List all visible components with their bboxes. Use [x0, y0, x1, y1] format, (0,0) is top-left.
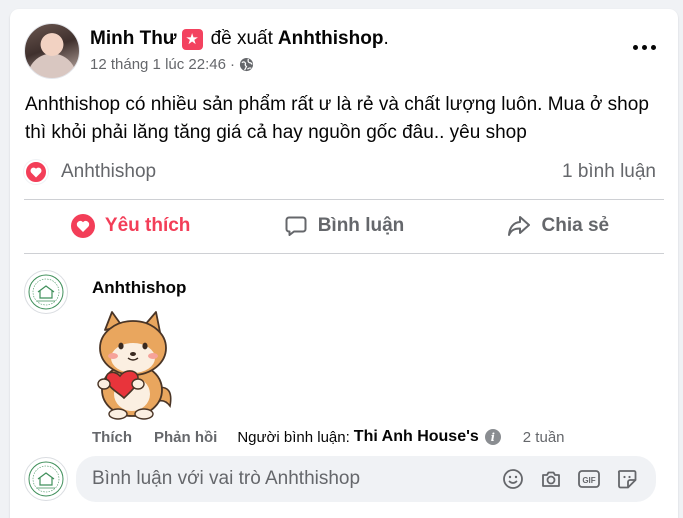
- author-line: Minh Thư ★ đề xuất Anhthishop.: [90, 28, 389, 50]
- divider-bottom: [24, 253, 664, 254]
- gif-icon[interactable]: GIF: [576, 466, 602, 492]
- shop-logo-icon: [28, 274, 64, 310]
- love-button[interactable]: Yêu thích: [24, 206, 237, 246]
- globe-icon: [239, 57, 254, 72]
- meta-separator: ·: [229, 56, 235, 73]
- comment-button[interactable]: Bình luận: [237, 206, 450, 246]
- share-label: Chia sẻ: [541, 215, 610, 236]
- sticker-icon[interactable]: [614, 466, 640, 492]
- comment-like-button[interactable]: Thích: [92, 429, 132, 446]
- shop-logo-icon: [28, 461, 64, 497]
- love-label: Yêu thích: [104, 215, 191, 236]
- comment-composer: GIF: [24, 455, 664, 507]
- emoji-icon[interactable]: [500, 466, 526, 492]
- comment-author[interactable]: Anhthishop: [92, 278, 186, 298]
- svg-text:GIF: GIF: [582, 476, 595, 485]
- composer-avatar: [24, 457, 68, 501]
- share-button[interactable]: Chia sẻ: [451, 206, 664, 246]
- comment-actions: Thích Phản hồi Người bình luận: Thi Anh …: [92, 428, 565, 446]
- more-icon-dot: [650, 44, 656, 50]
- post-card: Minh Thư ★ đề xuất Anhthishop. 12 tháng …: [10, 9, 678, 518]
- more-icon-dot: [641, 44, 647, 50]
- commenter-label: Người bình luận:: [237, 428, 350, 446]
- post-timestamp[interactable]: 12 tháng 1 lúc 22:46: [90, 56, 226, 73]
- post-actions: Yêu thích Bình luận Chia sẻ: [24, 204, 664, 248]
- heart-icon: [70, 214, 95, 238]
- camera-icon[interactable]: [538, 466, 564, 492]
- post-body: Anhthishop có nhiều sản phẩm rất ư là rẻ…: [25, 94, 649, 143]
- reactor-name: Anhthishop: [61, 161, 157, 182]
- page-name-link[interactable]: Anhthishop: [278, 28, 384, 50]
- composer-tools: GIF: [500, 466, 640, 492]
- commenter-page-link[interactable]: Thi Anh House's: [354, 428, 479, 446]
- post-meta: 12 tháng 1 lúc 22:46 ·: [90, 56, 254, 73]
- info-icon[interactable]: i: [484, 429, 501, 445]
- star-badge-icon: ★: [181, 28, 203, 50]
- comment-reply-button[interactable]: Phản hồi: [154, 429, 217, 446]
- author-name[interactable]: Minh Thư: [90, 28, 177, 50]
- reactions-row: Anhthishop 1 bình luận: [24, 157, 656, 187]
- reaction-summary[interactable]: Anhthishop: [24, 160, 156, 184]
- shiba-heart-sticker: [97, 311, 172, 420]
- page-avatar[interactable]: [24, 270, 68, 314]
- comment-icon: [285, 216, 307, 236]
- comment-time[interactable]: 2 tuần: [523, 429, 565, 446]
- page-suffix: .: [383, 28, 389, 49]
- author-avatar[interactable]: [24, 23, 80, 79]
- post-header: Minh Thư ★ đề xuất Anhthishop. 12 tháng …: [24, 23, 664, 83]
- more-icon-dot: [632, 44, 638, 50]
- comment-item: Anhthishop Thích Phản hồi Người bình luậ…: [24, 268, 664, 458]
- recommends-text: đề xuất: [210, 28, 273, 49]
- more-options-button[interactable]: [626, 29, 662, 65]
- share-icon: [507, 216, 530, 236]
- heart-icon: [24, 160, 48, 184]
- comment-label: Bình luận: [317, 215, 405, 236]
- divider-top: [24, 199, 664, 200]
- comment-count[interactable]: 1 bình luận: [562, 161, 656, 183]
